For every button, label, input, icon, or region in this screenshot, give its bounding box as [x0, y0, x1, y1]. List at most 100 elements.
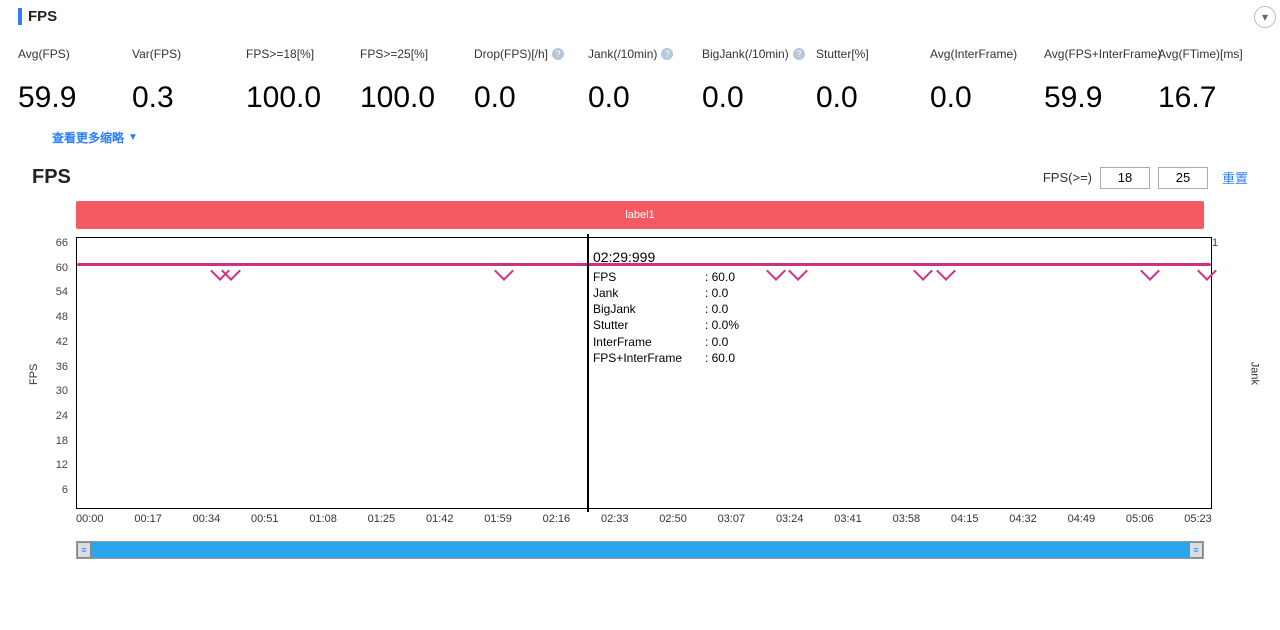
threshold-label: FPS(>=): [1043, 170, 1092, 185]
x-tick: 03:24: [776, 513, 804, 533]
tooltip-val: : 0.0: [705, 301, 728, 317]
timeline-handle-left[interactable]: ≡: [77, 542, 91, 558]
chart-area[interactable]: FPS Jank 666054484236302418126 1 02:29:9…: [28, 237, 1252, 533]
chart-cursor-line[interactable]: [587, 234, 589, 512]
metric-value: 0.0: [474, 81, 516, 115]
y-left-tick: 30: [28, 385, 68, 397]
metric-9: Avg(FPS+InterFrame)59.9: [1044, 47, 1148, 115]
chart-banner: label1: [76, 201, 1204, 229]
y-left-tick: 6: [28, 484, 68, 496]
chart-tooltip: 02:29:999 FPS: 60.0Jank: 0.0BigJank: 0.0…: [593, 248, 739, 366]
y-left-ticks: 666054484236302418126: [28, 237, 72, 509]
metric-value: 16.7: [1158, 81, 1216, 115]
y-left-tick: 24: [28, 410, 68, 422]
tooltip-row: FPS: 60.0: [593, 269, 739, 285]
x-tick: 01:42: [426, 513, 454, 533]
metric-label: Avg(FPS+InterFrame): [1044, 47, 1161, 61]
metric-7: Stutter[%] 0.0: [816, 47, 920, 115]
metric-label: Var(FPS): [132, 47, 181, 61]
x-tick: 02:16: [543, 513, 571, 533]
metric-label: BigJank(/10min)?: [702, 47, 805, 61]
metric-5: Jank(/10min)? 0.0: [588, 47, 692, 115]
metric-value: 0.0: [702, 81, 744, 115]
tooltip-row: InterFrame: 0.0: [593, 334, 739, 350]
chart-title: FPS: [32, 166, 71, 189]
x-tick: 04:32: [1009, 513, 1037, 533]
metric-value: 100.0: [246, 81, 321, 115]
tooltip-val: : 0.0: [705, 285, 728, 301]
y-left-tick: 18: [28, 435, 68, 447]
y-right-ticks: 1: [1208, 237, 1252, 509]
y-left-tick: 36: [28, 361, 68, 373]
metric-0: Avg(FPS)59.9: [18, 47, 122, 115]
metric-value: 0.3: [132, 81, 174, 115]
x-tick: 00:17: [134, 513, 162, 533]
metric-value: 0.0: [816, 81, 858, 115]
section-title: FPS: [18, 8, 57, 25]
chevron-down-icon: ▾: [1262, 10, 1268, 24]
x-tick: 01:25: [368, 513, 396, 533]
metric-10: Avg(FTime)[ms]16.7: [1158, 47, 1262, 115]
metric-value: 0.0: [588, 81, 630, 115]
metric-label: FPS>=18[%]: [246, 47, 314, 61]
threshold-b-input[interactable]: [1158, 167, 1208, 189]
timeline-scrubber[interactable]: ≡ ≡: [76, 541, 1204, 559]
tooltip-key: FPS: [593, 269, 705, 285]
tooltip-val: : 0.0: [705, 334, 728, 350]
metric-label: Drop(FPS)[/h]?: [474, 47, 564, 61]
threshold-controls: FPS(>=) 重置: [1043, 167, 1248, 189]
y-left-tick: 54: [28, 286, 68, 298]
tooltip-key: FPS+InterFrame: [593, 350, 705, 366]
tooltip-row: BigJank: 0.0: [593, 301, 739, 317]
x-tick: 03:58: [893, 513, 921, 533]
metric-value: 100.0: [360, 81, 435, 115]
x-tick: 03:41: [834, 513, 862, 533]
timeline-handle-right[interactable]: ≡: [1189, 542, 1203, 558]
x-tick: 02:50: [659, 513, 687, 533]
tooltip-val: : 60.0: [705, 269, 735, 285]
metric-label: Stutter[%]: [816, 47, 869, 61]
help-icon[interactable]: ?: [793, 48, 805, 60]
tooltip-val: : 0.0%: [705, 317, 739, 333]
tooltip-row: Stutter: 0.0%: [593, 317, 739, 333]
chevron-down-icon: ▼: [128, 132, 138, 143]
y-left-tick: 42: [28, 336, 68, 348]
more-metrics-label: 查看更多缩略: [52, 129, 124, 146]
x-tick: 00:00: [76, 513, 104, 533]
more-metrics-link[interactable]: 查看更多缩略 ▼: [52, 129, 138, 146]
tooltip-key: Stutter: [593, 317, 705, 333]
metric-label: Avg(InterFrame): [930, 47, 1017, 61]
y-left-tick: 60: [28, 262, 68, 274]
x-tick: 02:33: [601, 513, 629, 533]
tooltip-val: : 60.0: [705, 350, 735, 366]
metric-4: Drop(FPS)[/h]? 0.0: [474, 47, 578, 115]
threshold-a-input[interactable]: [1100, 167, 1150, 189]
tooltip-key: BigJank: [593, 301, 705, 317]
x-tick: 04:49: [1068, 513, 1096, 533]
y-left-tick: 48: [28, 311, 68, 323]
metric-value: 59.9: [18, 81, 76, 115]
help-icon[interactable]: ?: [661, 48, 673, 60]
x-tick: 04:15: [951, 513, 979, 533]
tooltip-row: FPS+InterFrame: 60.0: [593, 350, 739, 366]
metric-label: FPS>=25[%]: [360, 47, 428, 61]
y-right-tick: 1: [1212, 237, 1252, 249]
chart-banner-label: label1: [625, 209, 654, 221]
x-tick: 01:59: [484, 513, 512, 533]
reset-thresholds[interactable]: 重置: [1222, 168, 1248, 187]
y-left-tick: 12: [28, 459, 68, 471]
tooltip-key: InterFrame: [593, 334, 705, 350]
timeline-range[interactable]: [91, 542, 1189, 558]
metric-6: BigJank(/10min)? 0.0: [702, 47, 806, 115]
x-ticks: 00:0000:1700:3400:5101:0801:2501:4201:59…: [76, 513, 1212, 533]
help-icon[interactable]: ?: [552, 48, 564, 60]
tooltip-key: Jank: [593, 285, 705, 301]
x-tick: 00:51: [251, 513, 279, 533]
metric-label: Jank(/10min)?: [588, 47, 673, 61]
metric-2: FPS>=18[%] 100.0: [246, 47, 350, 115]
x-tick: 03:07: [718, 513, 746, 533]
metric-3: FPS>=25[%] 100.0: [360, 47, 464, 115]
plot-area[interactable]: 02:29:999 FPS: 60.0Jank: 0.0BigJank: 0.0…: [76, 237, 1212, 509]
metric-value: 0.0: [930, 81, 972, 115]
section-dropdown[interactable]: ▾: [1254, 6, 1276, 28]
